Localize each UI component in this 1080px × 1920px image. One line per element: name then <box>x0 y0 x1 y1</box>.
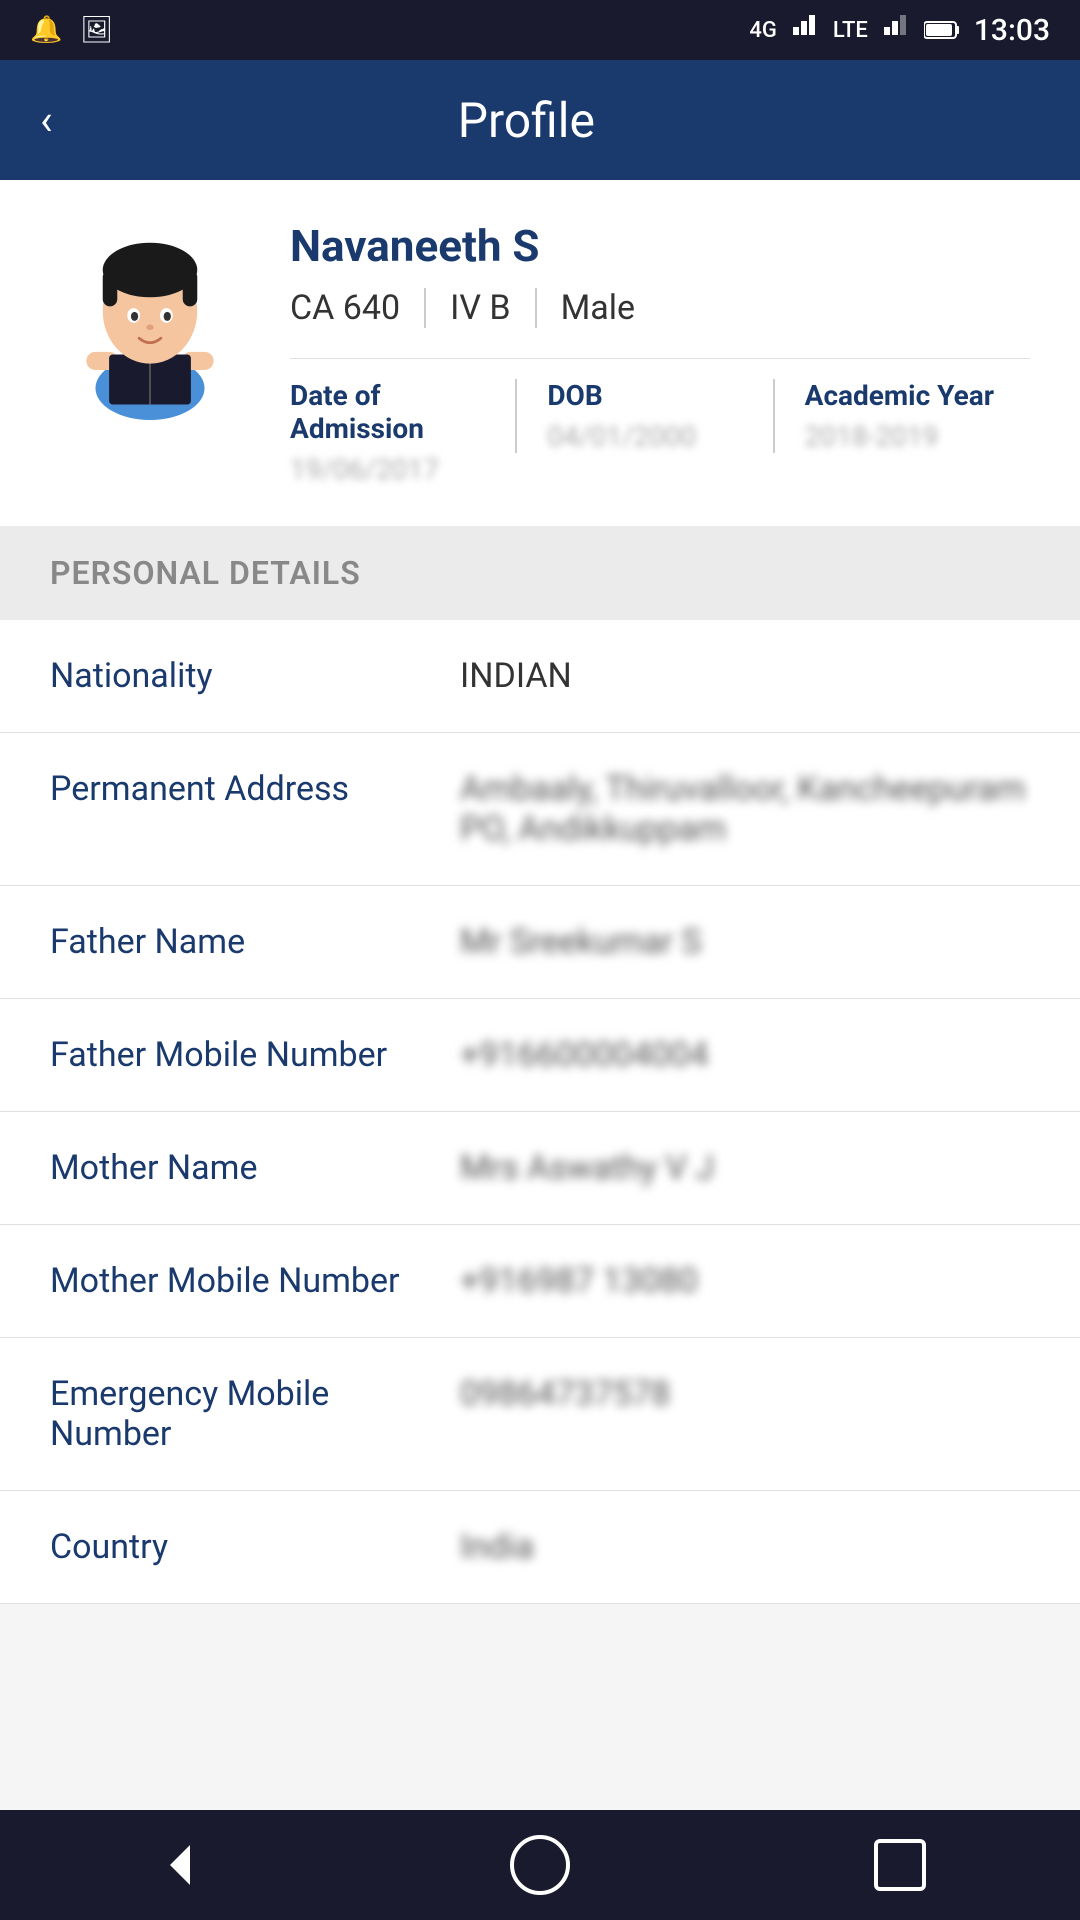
app-header: ‹ Profile <box>0 60 1080 180</box>
academic-year-label: Academic Year <box>805 379 994 412</box>
meta-divider-1 <box>424 288 426 328</box>
personal-details-header: PERSONAL DETAILS <box>0 526 1080 620</box>
date-of-admission: Date of Admission 19/06/2017 <box>290 379 515 486</box>
admission-label: Date of Admission <box>290 379 515 445</box>
academic-year: Academic Year 2018-2019 <box>773 379 1030 453</box>
home-nav-button[interactable] <box>500 1825 580 1905</box>
address-value: Ambaaly, Thiruvalloor, Kancheepuram PO, … <box>460 769 1030 849</box>
emergency-mobile-value: 09864737578 <box>460 1374 1030 1414</box>
father-name-label: Father Name <box>50 922 430 962</box>
mother-name-value: Mrs Aswathy V J <box>460 1148 1030 1188</box>
emergency-mobile-row: Emergency Mobile Number 09864737578 <box>0 1338 1080 1491</box>
father-name-value: Mr Sreekumar S <box>460 922 1030 962</box>
lte-icon: LTE <box>833 18 868 43</box>
status-bar: 🔔 🖼 4G LTE 13:03 <box>0 0 1080 60</box>
admission-value: 19/06/2017 <box>290 453 439 486</box>
country-row: Country India <box>0 1491 1080 1604</box>
status-left-icons: 🔔 🖼 <box>30 15 113 45</box>
father-mobile-value: +916600004004 <box>460 1035 1030 1075</box>
country-value: India <box>460 1527 1030 1567</box>
meta-divider-2 <box>535 288 537 328</box>
clock: 13:03 <box>974 13 1050 48</box>
page-title: Profile <box>83 92 970 149</box>
battery-icon <box>924 14 960 47</box>
signal-icon <box>791 13 819 48</box>
recent-square-icon <box>874 1839 926 1891</box>
back-button[interactable]: ‹ <box>40 96 53 145</box>
country-label: Country <box>50 1527 430 1567</box>
father-mobile-row: Father Mobile Number +916600004004 <box>0 999 1080 1112</box>
nationality-row: Nationality INDIAN <box>0 620 1080 733</box>
mother-mobile-label: Mother Mobile Number <box>50 1261 430 1301</box>
student-name: Navaneeth S <box>290 220 1030 272</box>
network-4g-icon: 4G <box>749 18 777 43</box>
mother-mobile-row: Mother Mobile Number +916987 13080 <box>0 1225 1080 1338</box>
dob: DOB 04/01/2000 <box>515 379 772 453</box>
mother-name-row: Mother Name Mrs Aswathy V J <box>0 1112 1080 1225</box>
home-circle-icon <box>510 1835 570 1895</box>
profile-dates: Date of Admission 19/06/2017 DOB 04/01/2… <box>290 358 1030 486</box>
recent-nav-button[interactable] <box>860 1825 940 1905</box>
profile-meta: CA 640 IV B Male <box>290 288 1030 328</box>
academic-year-value: 2018-2019 <box>805 420 939 453</box>
profile-info: Navaneeth S CA 640 IV B Male Date of Adm… <box>290 220 1030 486</box>
dob-label: DOB <box>547 379 602 412</box>
class-section: IV B <box>450 288 511 328</box>
gender: Male <box>561 288 635 328</box>
signal2-icon <box>882 13 910 48</box>
nationality-label: Nationality <box>50 656 430 696</box>
back-nav-button[interactable] <box>140 1825 220 1905</box>
address-row: Permanent Address Ambaaly, Thiruvalloor,… <box>0 733 1080 886</box>
mother-mobile-value: +916987 13080 <box>460 1261 1030 1301</box>
dob-value: 04/01/2000 <box>547 420 696 453</box>
nationality-value: INDIAN <box>460 656 1030 696</box>
notification-icon: 🔔 <box>30 15 62 45</box>
roll-number: CA 640 <box>290 288 400 328</box>
profile-card: Navaneeth S CA 640 IV B Male Date of Adm… <box>0 180 1080 526</box>
father-name-row: Father Name Mr Sreekumar S <box>0 886 1080 999</box>
bottom-nav <box>0 1810 1080 1920</box>
status-right-icons: 4G LTE 13:03 <box>749 13 1050 48</box>
address-label: Permanent Address <box>50 769 430 809</box>
mother-name-label: Mother Name <box>50 1148 430 1188</box>
avatar <box>50 220 250 420</box>
emergency-mobile-label: Emergency Mobile Number <box>50 1374 430 1454</box>
details-list: Nationality INDIAN Permanent Address Amb… <box>0 620 1080 1604</box>
father-mobile-label: Father Mobile Number <box>50 1035 430 1075</box>
image-icon: 🖼 <box>80 15 113 45</box>
